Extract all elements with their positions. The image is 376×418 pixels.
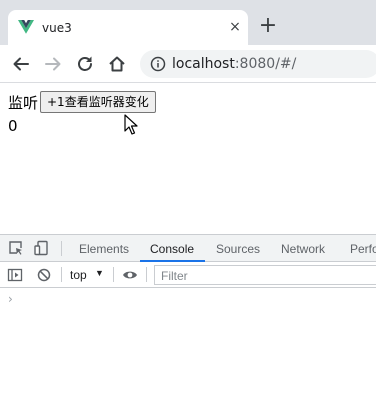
console-filter-input[interactable]: Filter xyxy=(154,265,376,285)
browser-tab[interactable]: vue3 × xyxy=(8,10,248,45)
inspect-element-icon[interactable] xyxy=(8,240,24,256)
mouse-cursor-icon xyxy=(124,114,138,135)
console-separator xyxy=(113,267,114,282)
console-separator xyxy=(61,267,62,282)
tab-elements[interactable]: Elements xyxy=(79,242,129,256)
context-selector[interactable]: top xyxy=(70,268,87,282)
watch-label: 监听 xyxy=(8,94,39,112)
live-expression-eye-icon[interactable] xyxy=(122,267,138,283)
tab-performance[interactable]: Perfo xyxy=(350,242,376,256)
devtools-panel: Elements Console Sources Network Perfo t… xyxy=(0,234,376,418)
back-arrow-icon[interactable] xyxy=(10,53,32,75)
tab-strip: vue3 × + xyxy=(0,0,376,45)
console-separator xyxy=(146,267,147,282)
tab-sources[interactable]: Sources xyxy=(216,242,260,256)
forward-arrow-icon[interactable] xyxy=(42,53,64,75)
url-host: localhost xyxy=(172,56,235,72)
devtools-separator xyxy=(61,241,62,256)
browser-toolbar: localhost:8080/#/ xyxy=(0,45,376,83)
reload-icon[interactable] xyxy=(74,53,96,75)
address-bar[interactable]: localhost:8080/#/ xyxy=(140,50,376,78)
console-toolbar: top ▼ Filter xyxy=(0,262,376,288)
increment-button[interactable]: +1查看监听器变化 xyxy=(40,91,156,113)
page-content: 监听 +1查看监听器变化 0 xyxy=(0,84,376,234)
url-text: localhost:8080/#/ xyxy=(172,56,296,72)
tab-network[interactable]: Network xyxy=(281,242,325,256)
filter-placeholder: Filter xyxy=(161,269,188,283)
clear-console-icon[interactable] xyxy=(36,267,52,283)
console-prompt[interactable]: › xyxy=(8,292,13,306)
home-icon[interactable] xyxy=(106,53,128,75)
new-tab-button[interactable]: + xyxy=(258,15,278,37)
count-value: 0 xyxy=(8,117,18,135)
devtools-tab-bar: Elements Console Sources Network Perfo xyxy=(0,235,376,262)
chevron-down-icon[interactable]: ▼ xyxy=(95,268,104,278)
info-icon[interactable] xyxy=(150,56,166,72)
close-tab-icon[interactable]: × xyxy=(226,18,244,36)
device-toolbar-icon[interactable] xyxy=(34,240,50,256)
url-path: :8080/#/ xyxy=(234,56,297,72)
vue-logo-icon xyxy=(18,20,34,34)
show-sidebar-icon[interactable] xyxy=(7,267,23,283)
tab-title: vue3 xyxy=(42,21,72,35)
tab-console[interactable]: Console xyxy=(150,242,194,256)
